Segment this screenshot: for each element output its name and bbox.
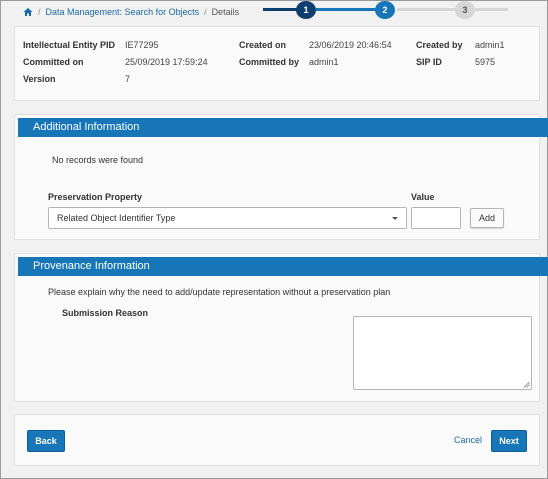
sip-id-label: SIP ID	[416, 57, 442, 67]
section-title: Provenance Information	[18, 257, 548, 276]
step-3: 3	[455, 1, 475, 19]
pid-label: Intellectual Entity PID	[23, 40, 116, 50]
committed-by-value: admin1	[309, 57, 339, 67]
created-on-label: Created on	[239, 40, 287, 50]
additional-information-section: Additional Information No records were f…	[14, 114, 548, 240]
back-button[interactable]: Back	[27, 430, 65, 452]
provenance-instructions: Please explain why the need to add/updat…	[48, 287, 391, 297]
step-connector-pending	[475, 8, 508, 11]
breadcrumb: / Data Management: Search for Objects / …	[23, 6, 239, 18]
committed-by-label: Committed by	[239, 57, 300, 67]
section-title: Additional Information	[18, 118, 548, 137]
cancel-link[interactable]: Cancel	[454, 435, 482, 445]
home-icon[interactable]	[23, 7, 33, 17]
step-2: 2	[375, 1, 395, 19]
value-input[interactable]	[411, 207, 461, 229]
preservation-property-select[interactable]: Related Object Identifier Type	[48, 207, 407, 229]
committed-on-value: 25/09/2019 17:59:24	[125, 57, 208, 67]
page-frame: / Data Management: Search for Objects / …	[0, 0, 548, 479]
breadcrumb-separator: /	[204, 7, 207, 17]
next-button[interactable]: Next	[491, 430, 527, 452]
breadcrumb-separator: /	[38, 7, 41, 17]
step-1: 1	[296, 1, 316, 19]
progress-stepper: 1 2 3	[263, 1, 508, 19]
footer-actions: Back Cancel Next	[14, 414, 540, 466]
resize-grip-icon[interactable]	[523, 381, 530, 388]
committed-on-label: Committed on	[23, 57, 84, 67]
created-by-value: admin1	[475, 40, 505, 50]
provenance-information-section: Provenance Information Please explain wh…	[14, 253, 548, 402]
pid-value: IE77295	[125, 40, 159, 50]
breadcrumb-link-search[interactable]: Data Management: Search for Objects	[46, 7, 200, 17]
version-label: Version	[23, 74, 56, 84]
caret-down-icon	[392, 217, 398, 220]
submission-reason-label: Submission Reason	[62, 308, 149, 318]
breadcrumb-current: Details	[211, 7, 240, 17]
sip-id-value: 5975	[475, 57, 496, 67]
value-label: Value	[411, 192, 435, 202]
created-by-label: Created by	[416, 40, 463, 50]
add-button[interactable]: Add	[470, 208, 504, 228]
version-value: 7	[125, 74, 131, 84]
created-on-value: 23/06/2019 20:46:54	[309, 40, 392, 50]
submission-reason-textarea[interactable]	[353, 316, 532, 390]
selected-property: Related Object Identifier Type	[57, 213, 176, 223]
entity-info-panel: Intellectual Entity PID IE77295 Committe…	[14, 26, 540, 101]
preservation-property-label: Preservation Property	[48, 192, 143, 202]
no-records-message: No records were found	[52, 155, 144, 165]
